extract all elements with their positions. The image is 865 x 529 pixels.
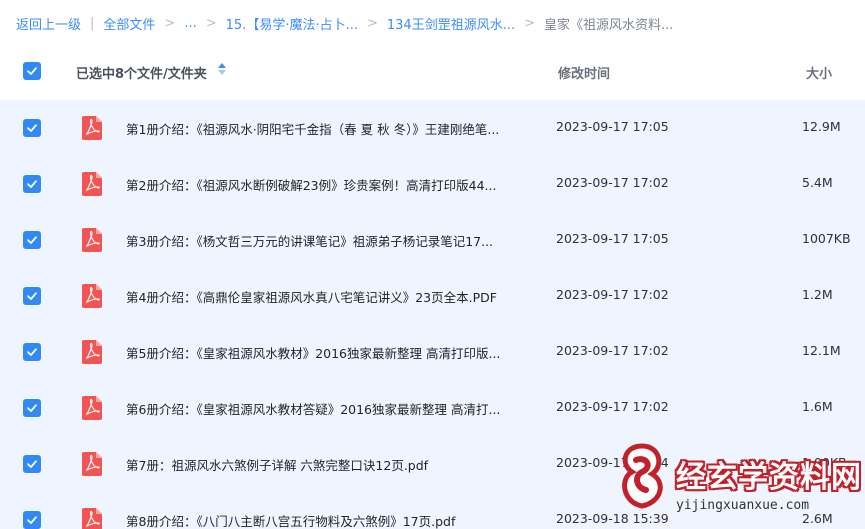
pdf-file-icon xyxy=(82,116,102,140)
file-row[interactable]: 第8册介绍：《八门八主断八宫五行物料及六煞例》17页.pdf 2023-09-1… xyxy=(0,492,865,529)
check-icon xyxy=(27,292,37,300)
check-icon xyxy=(27,124,37,132)
breadcrumb-chevron: > xyxy=(164,15,176,31)
file-row[interactable]: 第4册介绍：《高鼎伦皇家祖源风水真八宅笔记讲义》23页全本.PDF 2023-0… xyxy=(0,268,865,324)
breadcrumb: 返回上一级 | 全部文件 > ... > 15.【易学·魔法·占卜... > 1… xyxy=(0,0,865,46)
check-icon xyxy=(27,236,37,244)
check-icon xyxy=(27,180,37,188)
pdf-file-icon xyxy=(82,284,102,308)
file-size: 12.9M xyxy=(802,119,841,134)
check-icon xyxy=(27,67,37,75)
pdf-file-icon xyxy=(82,228,102,252)
file-checkbox[interactable] xyxy=(23,399,41,417)
file-name[interactable]: 第5册介绍：《皇家祖源风水教材》2016独家最新整理 高清打印版... xyxy=(126,343,536,362)
file-name[interactable]: 第6册介绍：《皇家祖源风水教材答疑》2016独家最新整理 高清打... xyxy=(126,399,536,418)
pdf-file-icon xyxy=(82,452,102,476)
file-size: 1.6M xyxy=(802,399,833,414)
file-row[interactable]: 第2册介绍：《祖源风水断例破解23例》珍贵案例！高清打印版44... 2023-… xyxy=(0,156,865,212)
file-checkbox[interactable] xyxy=(23,455,41,473)
file-name[interactable]: 第3册介绍：《杨文哲三万元的讲课笔记》祖源弟子杨记录笔记17... xyxy=(126,231,536,250)
check-icon xyxy=(27,404,37,412)
file-modified-time: 2023-09-17 17:05 xyxy=(556,119,669,134)
file-checkbox[interactable] xyxy=(23,511,41,529)
file-name[interactable]: 第2册介绍：《祖源风水断例破解23例》珍贵案例！高清打印版44... xyxy=(126,175,536,194)
file-modified-time: 2023-09-17 15:34 xyxy=(556,455,669,470)
file-row[interactable]: 第3册介绍：《杨文哲三万元的讲课笔记》祖源弟子杨记录笔记17... 2023-0… xyxy=(0,212,865,268)
back-link[interactable]: 返回上一级 xyxy=(16,14,81,33)
select-all-checkbox[interactable] xyxy=(23,62,41,80)
file-modified-time: 2023-09-18 15:39 xyxy=(556,511,669,526)
pdf-file-icon xyxy=(82,508,102,529)
file-list-header: 已选中8个文件/文件夹 修改时间 大小 xyxy=(0,46,865,96)
file-row[interactable]: 第7册：祖源风水六煞例子详解 六煞完整口诀12页.pdf 2023-09-17 … xyxy=(0,436,865,492)
file-modified-time: 2023-09-17 17:02 xyxy=(556,175,669,190)
breadcrumb-chevron: > xyxy=(205,15,217,31)
sort-icon[interactable] xyxy=(217,61,227,77)
pdf-file-icon xyxy=(82,172,102,196)
breadcrumb-level1[interactable]: 15.【易学·魔法·占卜... xyxy=(226,14,358,33)
file-checkbox[interactable] xyxy=(23,119,41,137)
pdf-file-icon xyxy=(82,340,102,364)
file-size: 1.2M xyxy=(802,287,833,302)
pdf-file-icon xyxy=(82,396,102,420)
breadcrumb-chevron: > xyxy=(366,15,378,31)
file-row[interactable]: 第1册介绍：《祖源风水·阴阳宅千金指（春 夏 秋 冬）》王建刚绝笔... 202… xyxy=(0,100,865,156)
breadcrumb-ellipsis[interactable]: ... xyxy=(184,16,196,31)
file-modified-time: 2023-09-17 17:02 xyxy=(556,399,669,414)
file-modified-time: 2023-09-17 17:05 xyxy=(556,231,669,246)
file-name[interactable]: 第8册介绍：《八门八主断八宫五行物料及六煞例》17页.pdf xyxy=(126,511,536,529)
breadcrumb-root[interactable]: 全部文件 xyxy=(103,14,155,33)
file-size: 1007KB xyxy=(802,231,851,246)
file-modified-time: 2023-09-17 17:02 xyxy=(556,287,669,302)
file-row[interactable]: 第5册介绍：《皇家祖源风水教材》2016独家最新整理 高清打印版... 2023… xyxy=(0,324,865,380)
file-size: 1.00KB xyxy=(802,455,847,470)
selected-count-label: 已选中8个文件/文件夹 xyxy=(76,67,207,82)
file-checkbox[interactable] xyxy=(23,231,41,249)
breadcrumb-level2[interactable]: 134王剑罡祖源风水... xyxy=(387,14,515,33)
file-size: 12.1M xyxy=(802,343,841,358)
check-icon xyxy=(27,348,37,356)
file-checkbox[interactable] xyxy=(23,175,41,193)
file-name[interactable]: 第1册介绍：《祖源风水·阴阳宅千金指（春 夏 秋 冬）》王建刚绝笔... xyxy=(126,119,536,138)
file-list: 第1册介绍：《祖源风水·阴阳宅千金指（春 夏 秋 冬）》王建刚绝笔... 202… xyxy=(0,100,865,529)
file-checkbox[interactable] xyxy=(23,343,41,361)
file-size: 5.4M xyxy=(802,175,833,190)
file-name[interactable]: 第7册：祖源风水六煞例子详解 六煞完整口诀12页.pdf xyxy=(126,455,536,474)
breadcrumb-chevron: > xyxy=(524,15,536,31)
file-checkbox[interactable] xyxy=(23,287,41,305)
check-icon xyxy=(27,516,37,524)
file-name[interactable]: 第4册介绍：《高鼎伦皇家祖源风水真八宅笔记讲义》23页全本.PDF xyxy=(126,287,536,306)
file-row[interactable]: 第6册介绍：《皇家祖源风水教材答疑》2016独家最新整理 高清打... 2023… xyxy=(0,380,865,436)
file-size: 2.6M xyxy=(802,511,833,526)
column-header-size[interactable]: 大小 xyxy=(806,63,832,82)
check-icon xyxy=(27,460,37,468)
column-header-modified-time[interactable]: 修改时间 xyxy=(558,63,610,82)
breadcrumb-divider: | xyxy=(90,15,95,31)
breadcrumb-current: 皇家《祖源风水资料... xyxy=(544,17,674,33)
file-modified-time: 2023-09-17 17:02 xyxy=(556,343,669,358)
